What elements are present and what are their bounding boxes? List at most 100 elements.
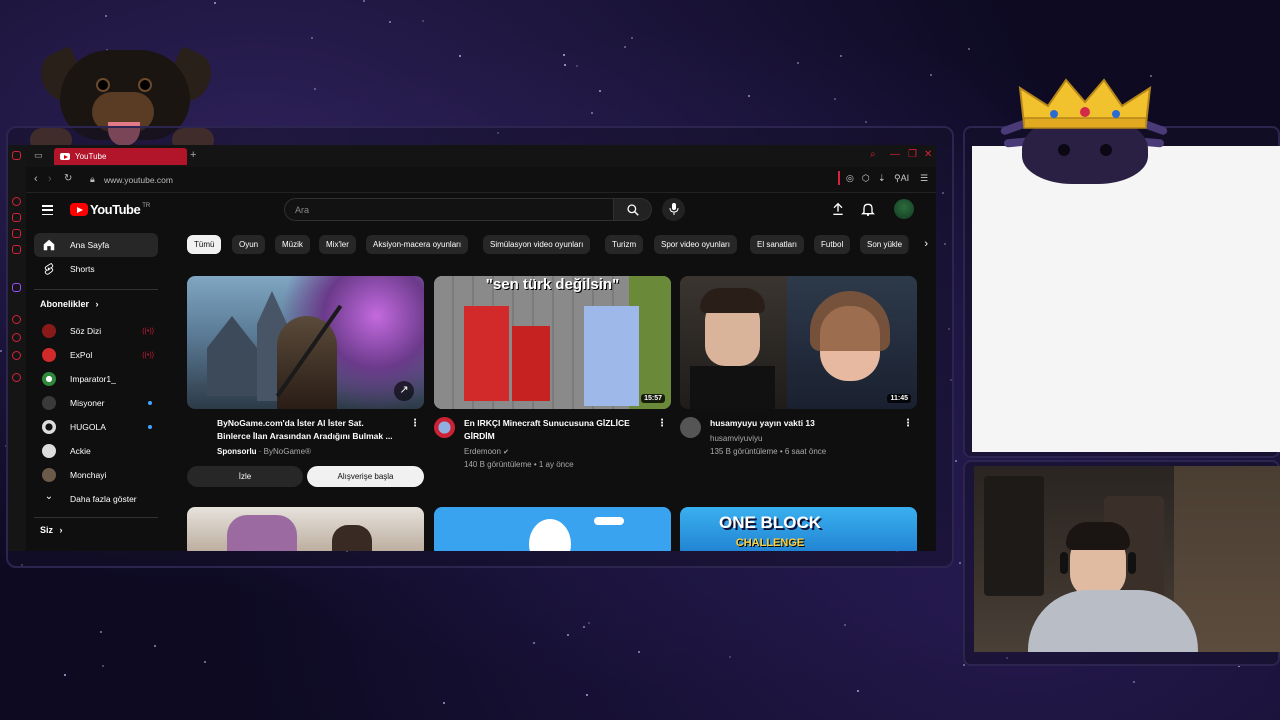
- chip[interactable]: Simülasyon video oyunları: [483, 235, 591, 254]
- sub-name: Ackie: [70, 446, 91, 456]
- chips-next-button[interactable]: ›: [906, 235, 928, 254]
- chip[interactable]: El sanatları: [750, 235, 805, 254]
- external-link-icon[interactable]: ↗: [394, 381, 414, 401]
- sidebar-icon[interactable]: [12, 315, 21, 324]
- watch-button[interactable]: İzle: [187, 466, 303, 487]
- search-input[interactable]: [285, 199, 613, 221]
- snapshot-icon[interactable]: ◎: [846, 173, 854, 184]
- sidebar-item-shorts[interactable]: Shorts: [34, 257, 158, 281]
- tab-islands-icon[interactable]: ▭: [34, 150, 43, 161]
- sidebar-item-home[interactable]: Ana Sayfa: [34, 233, 158, 257]
- subscriptions-header[interactable]: Abonelikler ›: [40, 299, 99, 309]
- sub-name: Söz Dizi: [70, 326, 102, 336]
- avatar[interactable]: [434, 417, 455, 438]
- aria-ai-button[interactable]: ⚲AI: [894, 173, 909, 184]
- twitch-icon[interactable]: [12, 283, 21, 292]
- video-card: 11:45 husamyuyu yayın vakti 13 husamviyu…: [680, 276, 917, 456]
- channel-name[interactable]: husamviyuviyu: [710, 434, 762, 443]
- ai-label: AI: [900, 173, 910, 183]
- chip-all[interactable]: Tümü: [187, 235, 222, 254]
- chip[interactable]: Mix'ler: [319, 235, 356, 254]
- more-vert-icon[interactable]: ⋮: [903, 418, 913, 429]
- menu-icon[interactable]: ☰: [920, 173, 928, 184]
- sidebar-icon[interactable]: [12, 351, 21, 360]
- tab-youtube[interactable]: YouTube: [54, 148, 187, 165]
- star: [1133, 680, 1136, 683]
- video-title[interactable]: ByNoGame.com'da İster Al İster Sat. Binle…: [217, 417, 405, 442]
- show-more-button[interactable]: ⌄ Daha fazla göster: [34, 487, 158, 511]
- video-thumbnail[interactable]: ↗: [187, 276, 424, 409]
- sidebar-icon[interactable]: [12, 229, 21, 238]
- sidebar-sub-ackie[interactable]: Ackie: [34, 439, 158, 463]
- sidebar-icon[interactable]: [12, 333, 21, 342]
- channel-name[interactable]: Erdemoon ✔: [464, 447, 509, 456]
- search-tabs-icon[interactable]: ⌕: [870, 149, 876, 160]
- new-tab-icon[interactable]: +: [190, 149, 196, 161]
- chip[interactable]: Oyun: [232, 235, 266, 254]
- video-thumbnail[interactable]: 11:45: [680, 276, 917, 409]
- chevron-down-icon: ⌄: [44, 491, 54, 502]
- minimize-icon[interactable]: —: [890, 149, 900, 160]
- crown-icon: [1018, 78, 1152, 129]
- video-thumbnail[interactable]: ONE BLOCK CHALLENGE: [680, 507, 917, 551]
- chip[interactable]: Aksiyon-macera oyunları: [366, 235, 469, 254]
- star: [843, 624, 846, 627]
- voice-search-button[interactable]: [662, 198, 685, 221]
- chip[interactable]: Müzik: [275, 235, 310, 254]
- account-avatar[interactable]: [894, 199, 914, 219]
- filter-chips: Tümü Oyun Müzik Mix'ler Aksiyon-macera o…: [187, 235, 928, 257]
- sidebar-sub-expol[interactable]: ExPol ((•)): [34, 343, 158, 367]
- chip[interactable]: Spor video oyunları: [654, 235, 737, 254]
- maximize-icon[interactable]: ❐: [908, 149, 917, 160]
- chip[interactable]: Son yükle: [860, 235, 910, 254]
- lock-icon: 🔒︎: [90, 174, 95, 184]
- sidebar-icon[interactable]: [12, 197, 21, 206]
- search-icon: [627, 204, 639, 216]
- star: [591, 112, 594, 115]
- hamburger-menu-icon[interactable]: [42, 205, 53, 218]
- video-thumbnail[interactable]: [434, 507, 671, 551]
- sidebar-sub-misyoner[interactable]: Misyoner: [34, 391, 158, 415]
- video-title[interactable]: En IRKÇI Minecraft Sunucusuna GİZLİCE GİR…: [464, 417, 652, 442]
- chip[interactable]: Futbol: [814, 235, 851, 254]
- search-button[interactable]: [614, 198, 652, 221]
- wallet-icon[interactable]: ⬡: [862, 173, 870, 184]
- sidebar-item-label: Shorts: [70, 264, 95, 274]
- sidebar-sub-imparator[interactable]: Imparator1_: [34, 367, 158, 391]
- sidebar-icon[interactable]: [12, 245, 21, 254]
- channel-name[interactable]: ByNoGame®: [264, 447, 311, 456]
- url-field[interactable]: www.youtube.com: [104, 175, 173, 185]
- star: [959, 561, 962, 564]
- avatar: [42, 444, 56, 458]
- shop-button[interactable]: Alışverişe başla: [307, 466, 424, 487]
- channel-label: Erdemoon: [464, 447, 501, 456]
- youtube-header: YouTube TR: [26, 193, 936, 227]
- title-line: ByNoGame.com'da İster Al İster Sat.: [217, 418, 364, 428]
- star: [585, 694, 588, 697]
- close-icon[interactable]: ✕: [924, 149, 932, 160]
- you-header[interactable]: Siz ›: [40, 525, 63, 535]
- upload-icon[interactable]: [830, 201, 846, 217]
- sidebar-sub-hugola[interactable]: HUGOLA: [34, 415, 158, 439]
- more-vert-icon[interactable]: ⋮: [410, 418, 420, 429]
- sidebar-sub-soz-dizi[interactable]: Söz Dizi ((•)): [34, 319, 158, 343]
- more-vert-icon[interactable]: ⋮: [657, 418, 667, 429]
- sidebar-icon[interactable]: [12, 151, 21, 160]
- video-title[interactable]: husamyuyu yayın vakti 13: [710, 417, 898, 430]
- back-icon[interactable]: ‹: [34, 173, 38, 185]
- reload-icon[interactable]: ↻: [64, 173, 72, 184]
- thumbnail-text: "sen türk değilsin": [485, 276, 620, 293]
- star: [100, 631, 103, 634]
- bell-icon[interactable]: [860, 201, 876, 217]
- video-thumbnail[interactable]: "sen türk değilsin" 15:57: [434, 276, 671, 409]
- forward-icon[interactable]: ›: [48, 173, 52, 185]
- chevron-right-icon: ›: [95, 299, 99, 309]
- sidebar-icon[interactable]: [12, 373, 21, 382]
- youtube-logo[interactable]: YouTube TR: [70, 202, 150, 217]
- chip[interactable]: Turizm: [605, 235, 644, 254]
- avatar[interactable]: [680, 417, 701, 438]
- sidebar-sub-monchayi[interactable]: Monchayi: [34, 463, 158, 487]
- video-thumbnail[interactable]: [187, 507, 424, 551]
- sidebar-icon[interactable]: [12, 213, 21, 222]
- download-icon[interactable]: ⇣: [878, 173, 886, 184]
